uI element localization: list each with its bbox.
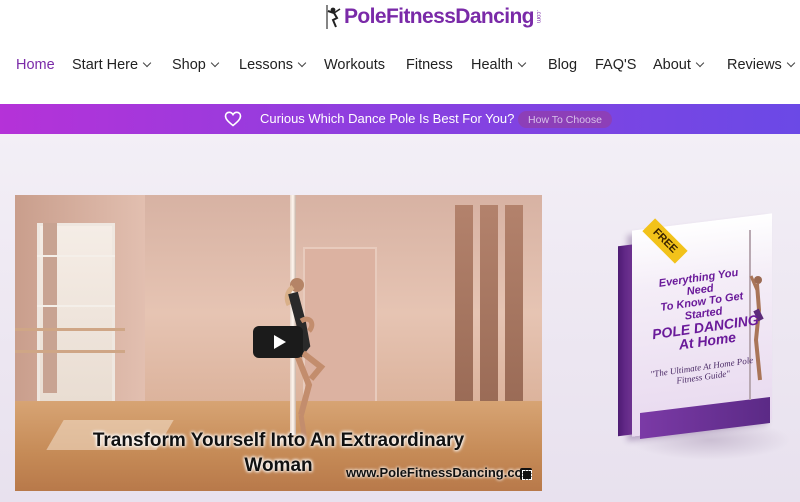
nav-item-health[interactable]: Health — [471, 57, 527, 73]
fullscreen-icon[interactable] — [520, 468, 532, 480]
nav-item-label: Blog — [548, 57, 578, 73]
heart-icon — [224, 111, 242, 132]
video-window-bar — [37, 255, 115, 257]
nav-item-label: Shop — [172, 57, 206, 73]
how-to-choose-button[interactable]: How To Choose — [518, 111, 612, 128]
chevron-down-icon — [142, 58, 152, 68]
nav-item-label: Health — [471, 57, 513, 73]
main-nav: Home Start Here Shop Lessons Workouts Fi… — [0, 46, 800, 86]
play-button[interactable] — [253, 326, 303, 358]
nav-item-label: Lessons — [239, 57, 294, 73]
nav-item-label: About — [653, 57, 691, 73]
site-logo[interactable]: PoleFitnessDancing .com — [322, 4, 541, 30]
nav-item-blog[interactable]: Blog — [548, 57, 577, 73]
video-barre — [15, 350, 125, 353]
video-watermark: www.PoleFitnessDancing.co — [346, 465, 523, 480]
nav-item-about[interactable]: About — [653, 57, 705, 73]
nav-item-fitness[interactable]: Fitness — [406, 57, 453, 73]
nav-item-label: Workouts — [324, 57, 385, 73]
chevron-down-icon — [786, 58, 796, 68]
nav-item-lessons[interactable]: Lessons — [239, 57, 307, 73]
ebook-title: Everything You Need To Know To Get Start… — [643, 265, 763, 356]
nav-item-workouts[interactable]: Workouts — [324, 57, 385, 73]
nav-item-label: Home — [16, 57, 55, 73]
banner-text: Curious Which Dance Pole Is Best For You… — [260, 111, 515, 126]
nav-item-label: FAQ'S — [595, 57, 637, 73]
chevron-down-icon — [297, 58, 307, 68]
logo-suffix: .com — [534, 10, 541, 24]
video-mirror — [455, 205, 473, 405]
chevron-down-icon — [517, 58, 527, 68]
nav-item-label: Fitness — [406, 57, 453, 73]
nav-item-label: Start Here — [72, 57, 139, 73]
video-barre — [15, 328, 125, 331]
nav-item-faqs[interactable]: FAQ'S — [595, 57, 636, 73]
video-mirror — [480, 205, 498, 405]
play-icon — [273, 335, 286, 349]
chevron-down-icon — [210, 58, 220, 68]
video-caption-line1: Transform Yourself Into An Extraordinary — [92, 430, 465, 451]
nav-item-reviews[interactable]: Reviews — [727, 57, 796, 73]
nav-item-shop[interactable]: Shop — [172, 57, 220, 73]
promo-banner: Curious Which Dance Pole Is Best For You… — [0, 104, 800, 134]
intro-video[interactable]: Transform Yourself Into An Extraordinary… — [15, 195, 542, 491]
video-window-bar — [37, 305, 115, 307]
nav-item-label: Reviews — [727, 57, 782, 73]
video-curtain — [43, 223, 57, 393]
video-mirror — [505, 205, 523, 405]
nav-item-start-here[interactable]: Start Here — [72, 57, 152, 73]
chevron-down-icon — [695, 58, 705, 68]
logo-dancer-icon — [322, 5, 342, 29]
logo-text: PoleFitnessDancing — [344, 5, 535, 28]
dancer-figure — [284, 278, 326, 442]
nav-item-home[interactable]: Home — [16, 57, 55, 73]
